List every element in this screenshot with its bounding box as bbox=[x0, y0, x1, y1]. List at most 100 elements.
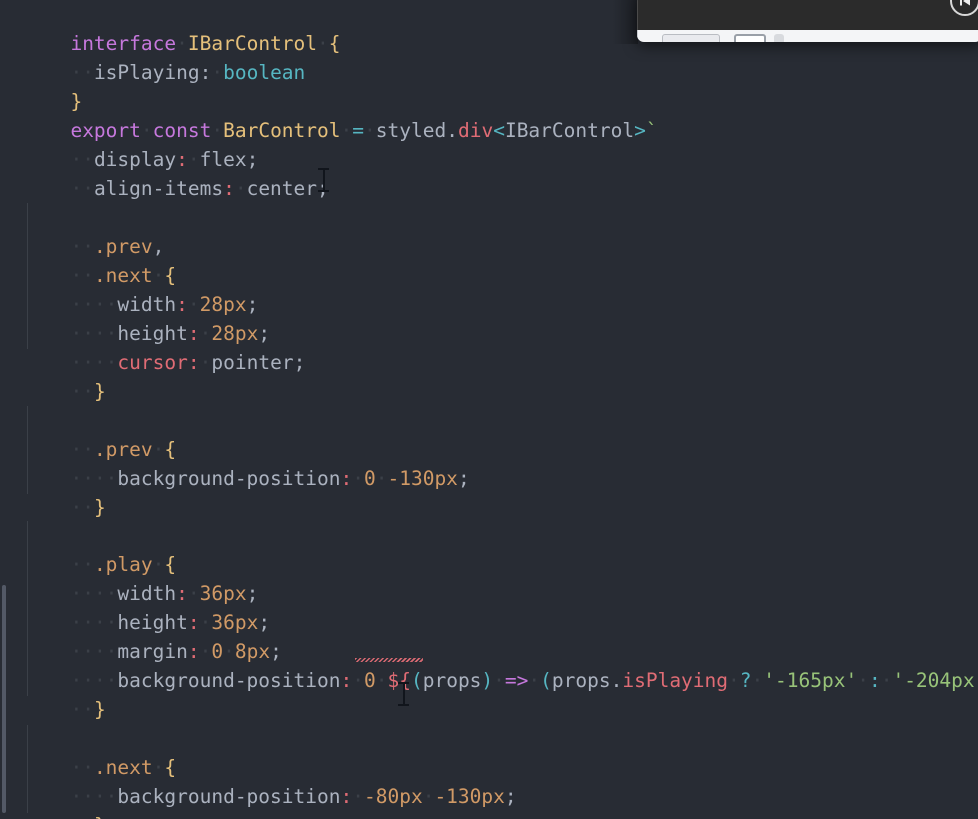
token-number: -80px bbox=[363, 785, 423, 808]
code-line[interactable]: ····background-position:·-80px·-130px; bbox=[0, 753, 516, 808]
token-identifier: styled bbox=[375, 119, 447, 142]
whitespace-dot: · bbox=[317, 32, 329, 55]
overlay-toolbar-chip[interactable] bbox=[734, 34, 766, 42]
code-line[interactable]: ····width:·28px; bbox=[0, 261, 258, 316]
token-semicolon: ; bbox=[293, 351, 306, 374]
code-line[interactable]: ····height:·36px; bbox=[0, 579, 270, 634]
token-dot: . bbox=[446, 119, 458, 142]
whitespace-dot: ·· bbox=[70, 496, 94, 519]
token-css-property: cursor bbox=[117, 351, 188, 374]
whitespace-dot: · bbox=[880, 669, 893, 692]
whitespace-dot: · bbox=[352, 467, 364, 490]
token-css-value: center bbox=[246, 177, 318, 200]
code-line[interactable]: ····background-position:·0·${(props)·=>·… bbox=[0, 637, 978, 692]
token-semicolon: ; bbox=[317, 177, 329, 200]
overlay-toolbar[interactable] bbox=[637, 30, 978, 42]
token-css-property: background-position bbox=[117, 785, 341, 808]
whitespace-dot: · bbox=[211, 61, 224, 84]
code-line[interactable]: ····width:·36px; bbox=[0, 550, 258, 605]
screen-root: interface·IBarControl·{ ··isPlaying:·boo… bbox=[0, 0, 978, 819]
whitespace-dot: · bbox=[528, 669, 541, 692]
code-line[interactable]: ··} bbox=[0, 666, 105, 721]
overlay-toolbar-chip[interactable] bbox=[662, 34, 720, 42]
code-line-blank[interactable] bbox=[0, 377, 12, 406]
overlay-dark-bar bbox=[637, 0, 978, 30]
code-line[interactable]: ····height:·28px; bbox=[0, 290, 270, 345]
whitespace-dot: · bbox=[857, 669, 869, 692]
token-colon: : bbox=[340, 669, 353, 692]
code-line[interactable]: ··align-items:·center; bbox=[0, 145, 328, 200]
error-squiggle bbox=[355, 658, 423, 662]
code-line[interactable]: ····margin:·0·8px; bbox=[0, 608, 281, 663]
overlay-toolbar-chip[interactable] bbox=[774, 34, 784, 42]
token-number: -130px bbox=[387, 467, 458, 490]
token-operator: = bbox=[352, 119, 365, 142]
whitespace-dot: · bbox=[234, 177, 247, 200]
whitespace-dot: · bbox=[364, 119, 376, 142]
token-function: div bbox=[457, 119, 494, 142]
code-line[interactable]: interface·IBarControl·{ bbox=[0, 0, 340, 55]
token-ternary-colon: : bbox=[868, 669, 881, 692]
token-generic-type: IBarControl bbox=[504, 119, 635, 142]
code-line[interactable]: ··} bbox=[0, 782, 105, 819]
whitespace-dot: · bbox=[352, 785, 364, 808]
token-brace: } bbox=[94, 814, 106, 819]
code-line[interactable]: export·const·BarControl·=·styled.div<IBa… bbox=[0, 87, 657, 142]
whitespace-dot: · bbox=[728, 669, 740, 692]
token-colon: : bbox=[223, 177, 235, 200]
code-line[interactable]: ··.next·{ bbox=[0, 232, 176, 287]
whitespace-dot: · bbox=[199, 351, 212, 374]
code-line[interactable]: ··isPlaying:·boolean bbox=[0, 29, 305, 84]
token-colon: : bbox=[187, 351, 200, 374]
token-colon: : bbox=[199, 61, 212, 84]
code-line[interactable]: ··.next·{ bbox=[0, 724, 176, 779]
token-css-value: pointer bbox=[211, 351, 294, 374]
token-number: -130px bbox=[434, 785, 505, 808]
token-colon: : bbox=[340, 785, 353, 808]
token-interpolation-open: ${ bbox=[387, 669, 411, 692]
code-line[interactable]: ··} bbox=[0, 464, 105, 519]
token-ternary-question: ? bbox=[739, 669, 752, 692]
editor-scrollbar-vertical[interactable] bbox=[2, 585, 6, 813]
token-member-isplaying: isPlaying bbox=[622, 669, 729, 692]
whitespace-dot: ·· bbox=[70, 814, 93, 819]
code-line[interactable]: ··.play·{ bbox=[0, 521, 176, 576]
token-paren: ) bbox=[481, 669, 494, 692]
token-string: '-165px' bbox=[763, 669, 858, 692]
floating-media-window[interactable] bbox=[637, 0, 978, 42]
token-css-property: background-position bbox=[117, 669, 341, 692]
token-dot: . bbox=[610, 669, 623, 692]
token-colon: : bbox=[340, 467, 353, 490]
whitespace-dot: ·· bbox=[70, 380, 94, 403]
code-line[interactable]: ····background-position:·0·-130px; bbox=[0, 435, 469, 490]
token-semicolon: ; bbox=[457, 467, 470, 490]
token-css-property: align-items bbox=[93, 177, 224, 200]
code-editor[interactable]: interface·IBarControl·{ ··isPlaying:·boo… bbox=[0, 0, 978, 819]
token-backtick: ` bbox=[645, 119, 658, 142]
code-line-blank[interactable] bbox=[0, 174, 12, 203]
whitespace-dot: · bbox=[340, 119, 353, 142]
whitespace-dot: · bbox=[422, 785, 435, 808]
code-line-blank[interactable] bbox=[0, 493, 12, 522]
token-builtin-type: boolean bbox=[223, 61, 306, 84]
code-line[interactable]: ··display:·flex; bbox=[0, 116, 258, 171]
whitespace-dot: ·· bbox=[70, 698, 94, 721]
token-paren: ( bbox=[410, 669, 423, 692]
code-line[interactable]: } bbox=[0, 58, 82, 113]
code-line[interactable]: ··.prev, bbox=[0, 203, 164, 258]
whitespace-dot: · bbox=[493, 669, 505, 692]
code-line[interactable]: ··.prev·{ bbox=[0, 406, 176, 461]
token-brace: { bbox=[328, 32, 341, 55]
code-line[interactable]: ··} bbox=[0, 348, 105, 403]
token-brace: } bbox=[93, 496, 106, 519]
token-string: '-204px' bbox=[892, 669, 978, 692]
token-generic-close: > bbox=[634, 119, 646, 142]
token-identifier-props: props bbox=[551, 669, 611, 692]
token-arrow: => bbox=[504, 669, 529, 692]
code-line[interactable]: ····cursor:·pointer; bbox=[0, 319, 305, 374]
token-param-props: props bbox=[422, 669, 482, 692]
token-property: isPlaying bbox=[93, 61, 200, 84]
token-number: 0 bbox=[363, 467, 376, 490]
token-generic-open: < bbox=[493, 119, 505, 142]
token-paren: ( bbox=[540, 669, 552, 692]
